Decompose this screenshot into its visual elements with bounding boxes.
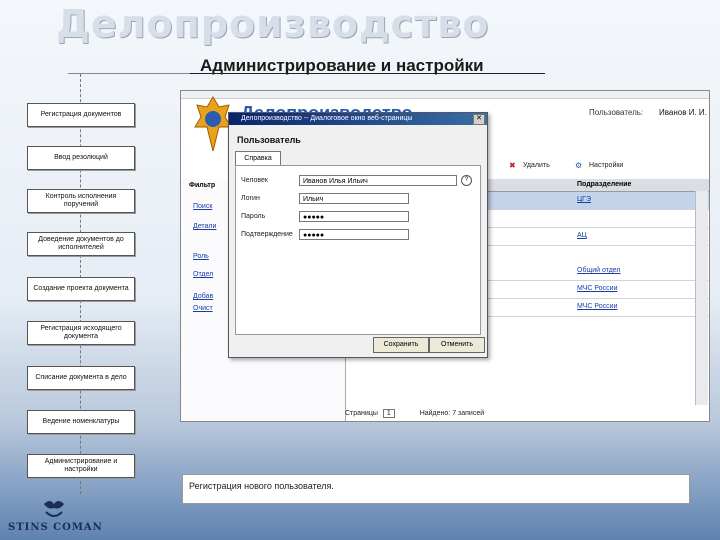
scrollbar[interactable] bbox=[695, 191, 708, 405]
divider bbox=[190, 73, 545, 74]
pager: Страницы 1 Найдено: 7 записей bbox=[345, 409, 484, 418]
dialog-title: Делопроизводство -- Диалоговое окно веб-… bbox=[229, 113, 487, 125]
dialog-pane bbox=[235, 165, 481, 335]
tab-reference[interactable]: Справка bbox=[235, 151, 281, 166]
field-label-password: Пароль bbox=[241, 213, 266, 220]
dialog-heading: Пользователь bbox=[237, 135, 301, 145]
field-label-confirm: Подтверждение bbox=[241, 231, 293, 238]
slide-caption: Регистрация нового пользователя. bbox=[182, 474, 690, 504]
divider bbox=[68, 73, 190, 74]
toolbar: ✖ Удалить ⚙ Настройки bbox=[481, 159, 709, 175]
help-icon[interactable]: ? bbox=[461, 175, 472, 186]
filter-item[interactable]: Детали bbox=[193, 223, 216, 230]
settings-button[interactable]: Настройки bbox=[589, 162, 623, 169]
company-logo-text: STINS COMAN bbox=[8, 522, 103, 533]
delete-icon[interactable]: ✖ bbox=[509, 161, 516, 170]
login-field[interactable]: Ильич bbox=[299, 193, 409, 204]
user-name: Иванов И. И. bbox=[659, 108, 707, 117]
user-label: Пользователь: bbox=[589, 108, 644, 117]
cancel-button[interactable]: Отменить bbox=[429, 337, 485, 353]
step-registration[interactable]: Регистрация документов bbox=[27, 103, 135, 127]
step-outgoing[interactable]: Регистрация исходящего документа bbox=[27, 321, 135, 345]
person-field[interactable]: Иванов Илья Ильич bbox=[299, 175, 457, 186]
password-field[interactable]: ●●●●● bbox=[299, 211, 409, 222]
app-top-bar bbox=[181, 91, 709, 99]
step-control[interactable]: Контроль исполнения поручений bbox=[27, 189, 135, 213]
list-action-add[interactable]: Добав bbox=[193, 293, 213, 300]
user-dialog: Делопроизводство -- Диалоговое окно веб-… bbox=[228, 112, 488, 358]
step-administration[interactable]: Администрирование и настройки bbox=[27, 454, 135, 478]
slide-title: Делопроизводство bbox=[56, 2, 490, 46]
page-select[interactable]: 1 bbox=[382, 409, 395, 418]
delete-button[interactable]: Удалить bbox=[523, 162, 550, 169]
save-button[interactable]: Сохранить bbox=[373, 337, 429, 353]
emergency-emblem-icon bbox=[194, 96, 232, 152]
found-label: Найдено: bbox=[419, 410, 451, 417]
list-action-clear[interactable]: Очист bbox=[193, 305, 213, 312]
confirm-password-field[interactable]: ●●●●● bbox=[299, 229, 409, 240]
step-archive[interactable]: Списание документа в дело bbox=[27, 366, 135, 390]
step-draft[interactable]: Создание проекта документа bbox=[27, 277, 135, 301]
step-resolutions[interactable]: Ввод резолюций bbox=[27, 146, 135, 170]
close-icon[interactable]: ✕ bbox=[473, 114, 485, 125]
field-label-person: Человек bbox=[241, 177, 268, 184]
filter-item[interactable]: Поиск bbox=[193, 203, 212, 210]
column-department[interactable]: Подразделение bbox=[577, 181, 631, 188]
settings-icon[interactable]: ⚙ bbox=[575, 161, 582, 170]
filter-title: Фильтр bbox=[189, 182, 216, 189]
step-delivery[interactable]: Доведение документов до исполнителей bbox=[27, 232, 135, 256]
filter-item[interactable]: Роль bbox=[193, 253, 209, 260]
pager-label: Страницы bbox=[345, 410, 378, 417]
filter-item[interactable]: Отдел bbox=[193, 271, 213, 278]
found-value: 7 записей bbox=[452, 410, 485, 417]
field-label-login: Логин bbox=[241, 195, 260, 202]
step-nomenclature[interactable]: Ведение номенклатуры bbox=[27, 410, 135, 434]
